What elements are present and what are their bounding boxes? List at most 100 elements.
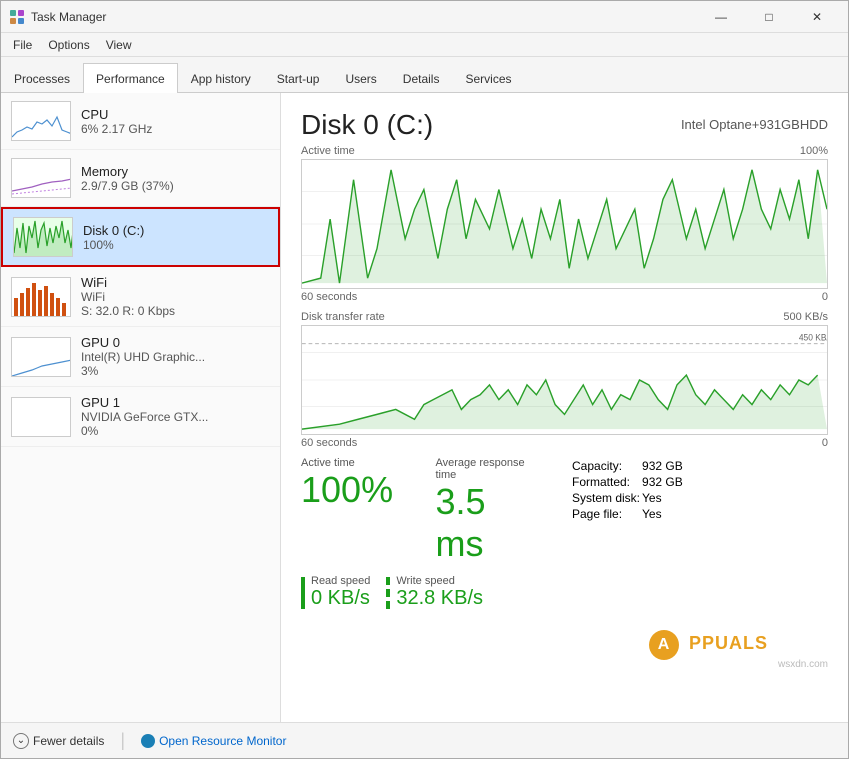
sidebar-item-cpu[interactable]: CPU 6% 2.17 GHz xyxy=(1,93,280,150)
memory-value: 2.9/7.9 GB (37%) xyxy=(81,179,270,193)
watermark: wsxdn.com xyxy=(778,659,828,670)
task-manager-window: Task Manager — □ ✕ File Options View Pro… xyxy=(0,0,849,759)
active-time-pct: 100% xyxy=(800,145,828,157)
read-indicator xyxy=(301,577,305,609)
tab-bar: Processes Performance App history Start-… xyxy=(1,57,848,93)
resource-monitor-icon xyxy=(141,734,155,748)
sidebar-item-wifi[interactable]: WiFi WiFi S: 32.0 R: 0 Kbps xyxy=(1,267,280,327)
read-speed-label: Read speed xyxy=(311,575,370,587)
chevron-up-icon: ⌄ xyxy=(13,733,29,749)
window-controls: — □ ✕ xyxy=(698,2,840,32)
capacity-row: Capacity: 932 GB xyxy=(572,459,683,473)
write-indicator xyxy=(386,577,390,609)
transfer-section: Disk transfer rate 500 KB/s 450 KB/s xyxy=(301,311,828,449)
detail-title: Disk 0 (C:) xyxy=(301,109,433,141)
tab-startup[interactable]: Start-up xyxy=(264,63,333,93)
gpu0-name: GPU 0 xyxy=(81,335,270,350)
tab-users[interactable]: Users xyxy=(332,63,389,93)
tab-performance[interactable]: Performance xyxy=(83,63,178,93)
transfer-time-row: 60 seconds 0 xyxy=(301,437,828,449)
detail-header: Disk 0 (C:) Intel Optane+931GBHDD xyxy=(301,109,828,141)
read-speed-block: Read speed 0 KB/s xyxy=(301,575,370,610)
tab-processes[interactable]: Processes xyxy=(1,63,83,93)
wifi-thumb xyxy=(11,277,71,317)
active-time-time-row: 60 seconds 0 xyxy=(301,291,828,303)
gpu1-thumb xyxy=(11,397,71,437)
stats-left: Active time 100% Average response time 3… xyxy=(301,457,538,565)
write-speed-block: Write speed 32.8 KB/s xyxy=(386,575,483,610)
tab-app-history[interactable]: App history xyxy=(178,63,264,93)
wifi-info: WiFi WiFi S: 32.0 R: 0 Kbps xyxy=(81,275,270,318)
menu-bar: File Options View xyxy=(1,33,848,57)
detail-subtitle: Intel Optane+931GBHDD xyxy=(681,109,828,132)
active-time-stat-value: 100% xyxy=(301,469,404,511)
cpu-value: 6% 2.17 GHz xyxy=(81,122,270,136)
page-file-label: Page file: xyxy=(572,507,640,521)
bottom-bar: ⌄ Fewer details | Open Resource Monitor xyxy=(1,722,848,758)
tab-details[interactable]: Details xyxy=(390,63,453,93)
wifi-value1: WiFi xyxy=(81,290,270,304)
minimize-button[interactable]: — xyxy=(698,2,744,32)
formatted-value: 932 GB xyxy=(642,475,683,489)
sidebar-item-gpu1[interactable]: GPU 1 NVIDIA GeForce GTX... 0% xyxy=(1,387,280,447)
active-time-stat-label: Active time xyxy=(301,457,404,469)
system-disk-label: System disk: xyxy=(572,491,640,505)
disk-specs-table: Capacity: 932 GB Formatted: 932 GB Syste… xyxy=(570,457,685,523)
gpu1-value1: NVIDIA GeForce GTX... xyxy=(81,410,270,424)
sidebar: CPU 6% 2.17 GHz Memory 2.9/7.9 GB (37%) xyxy=(1,93,281,722)
write-speed-info: Write speed 32.8 KB/s xyxy=(396,575,483,610)
formatted-row: Formatted: 932 GB xyxy=(572,475,683,489)
brand-logo: A PPUALS xyxy=(649,630,768,660)
sidebar-item-gpu0[interactable]: GPU 0 Intel(R) UHD Graphic... 3% xyxy=(1,327,280,387)
sidebar-item-memory[interactable]: Memory 2.9/7.9 GB (37%) xyxy=(1,150,280,207)
fewer-details-button[interactable]: ⌄ Fewer details xyxy=(13,733,104,749)
memory-info: Memory 2.9/7.9 GB (37%) xyxy=(81,164,270,193)
active-time-chart xyxy=(301,159,828,289)
title-bar-left: Task Manager xyxy=(9,9,106,25)
page-file-row: Page file: Yes xyxy=(572,507,683,521)
stats-right: Capacity: 932 GB Formatted: 932 GB Syste… xyxy=(570,457,828,565)
main-content: CPU 6% 2.17 GHz Memory 2.9/7.9 GB (37%) xyxy=(1,93,848,722)
wifi-name: WiFi xyxy=(81,275,270,290)
write-speed-label: Write speed xyxy=(396,575,483,587)
gpu0-value1: Intel(R) UHD Graphic... xyxy=(81,350,270,364)
gpu1-info: GPU 1 NVIDIA GeForce GTX... 0% xyxy=(81,395,270,438)
system-disk-value: Yes xyxy=(642,491,683,505)
system-disk-row: System disk: Yes xyxy=(572,491,683,505)
transfer-chart: 450 KB/s xyxy=(301,325,828,435)
active-time-label: Active time xyxy=(301,145,355,157)
cpu-info: CPU 6% 2.17 GHz xyxy=(81,107,270,136)
wifi-value2: S: 32.0 R: 0 Kbps xyxy=(81,304,270,318)
transfer-label: Disk transfer rate xyxy=(301,311,385,323)
memory-name: Memory xyxy=(81,164,270,179)
sidebar-item-disk0[interactable]: Disk 0 (C:) 100% xyxy=(1,207,280,267)
sixty-seconds-label: 60 seconds xyxy=(301,291,357,303)
close-button[interactable]: ✕ xyxy=(794,2,840,32)
zero-label2: 0 xyxy=(822,437,828,449)
response-stat-label: Average response time xyxy=(436,457,539,481)
menu-file[interactable]: File xyxy=(5,36,40,54)
cpu-name: CPU xyxy=(81,107,270,122)
active-time-section: Active time 100% xyxy=(301,145,828,303)
maximize-button[interactable]: □ xyxy=(746,2,792,32)
menu-view[interactable]: View xyxy=(98,36,140,54)
transfer-label-row: Disk transfer rate 500 KB/s xyxy=(301,311,828,323)
tab-services[interactable]: Services xyxy=(452,63,524,93)
response-stat-value: 3.5 ms xyxy=(436,481,539,565)
menu-options[interactable]: Options xyxy=(40,36,97,54)
read-speed-info: Read speed 0 KB/s xyxy=(311,575,370,610)
disk0-thumb xyxy=(13,217,73,257)
zero-label: 0 xyxy=(822,291,828,303)
capacity-label: Capacity: xyxy=(572,459,640,473)
speed-row: Read speed 0 KB/s Write speed 32.8 KB/s xyxy=(301,575,828,610)
fewer-details-label: Fewer details xyxy=(33,734,104,748)
gpu1-value2: 0% xyxy=(81,424,270,438)
write-speed-value: 32.8 KB/s xyxy=(396,587,483,610)
separator: | xyxy=(120,730,125,751)
page-file-value: Yes xyxy=(642,507,683,521)
open-resource-monitor-button[interactable]: Open Resource Monitor xyxy=(141,734,286,748)
read-speed-value: 0 KB/s xyxy=(311,587,370,610)
app-icon xyxy=(9,9,25,25)
gpu1-name: GPU 1 xyxy=(81,395,270,410)
cpu-thumb xyxy=(11,101,71,141)
